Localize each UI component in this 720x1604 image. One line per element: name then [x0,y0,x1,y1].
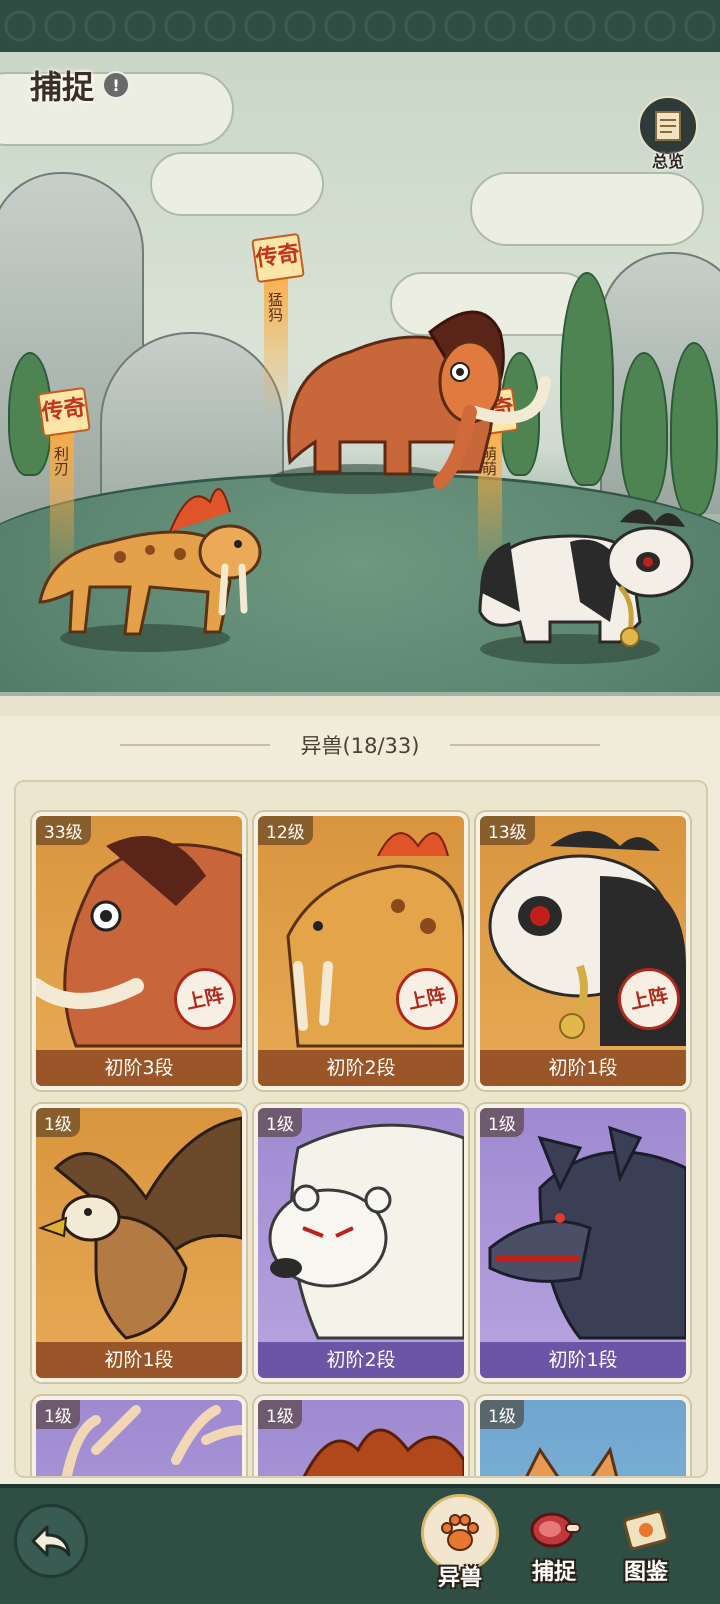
stage-label: 初阶1段 [36,1342,242,1378]
level-badge: 1级 [36,1400,80,1429]
cloud [150,152,324,216]
mammoth-creature[interactable] [270,292,560,492]
polar-bear-portrait [268,1123,464,1340]
level-badge: 12级 [258,816,313,845]
level-badge: 1级 [480,1108,524,1137]
stage-label: 初阶3段 [36,1050,242,1086]
stage-label: 初阶1段 [480,1342,686,1378]
level-badge: 1级 [480,1400,524,1429]
stage-label: 初阶2段 [258,1342,464,1378]
tree [670,342,718,516]
capture-scene: 捕捉 ! 总览 传奇 利刃 传奇 猛犸 传奇 萌萌 [0,52,720,716]
level-badge: 1级 [36,1108,80,1137]
scroll-map-icon [638,96,698,156]
info-icon[interactable]: ! [102,71,131,99]
beast-card[interactable]: 1级 [476,1396,690,1476]
sabertooth-portrait [286,832,464,1048]
rarity-badge: 传奇 [37,386,91,438]
section-title: 异兽(18/33) [0,730,720,760]
overview-button[interactable]: 总览 [636,96,700,171]
level-badge: 1级 [258,1108,302,1137]
beast-card[interactable]: 1级 [254,1396,468,1476]
nav-beasts[interactable]: 异兽 [418,1494,502,1598]
sabertooth-creature[interactable] [30,462,270,642]
nav-capture[interactable]: 捕捉 [512,1494,596,1598]
back-button[interactable] [14,1504,88,1578]
nav-label: 捕捉 [531,1560,576,1585]
beast-grid[interactable]: 33级 上阵 初阶3段 12级 上阵 初阶2段 13级 上阵 初阶1段 1级 初… [14,780,708,1478]
page-title: 捕捉 [30,68,95,106]
beast-card[interactable]: 33级 上阵 初阶3段 [32,812,246,1090]
tree [560,272,614,486]
beast-list-panel: 异兽(18/33) 33级 上阵 初阶3段 12级 上阵 初阶2段 13级 上阵… [0,716,720,1484]
beast-card[interactable]: 12级 上阵 初阶2段 [254,812,468,1090]
panda-creature[interactable] [470,492,700,662]
tree [620,352,668,506]
rarity-badge: 传奇 [251,232,305,284]
wolf-portrait [488,1125,686,1340]
ground-edge [0,692,720,716]
overview-label: 总览 [651,152,684,171]
stage-label: 初阶2段 [258,1050,464,1086]
cloud [470,172,704,246]
level-badge: 33级 [36,816,91,845]
panda-portrait [488,831,686,1046]
eagle-portrait [38,1116,242,1340]
header: 捕捉 ! [30,62,131,108]
top-decor-strip [0,0,720,52]
beast-card[interactable]: 1级 初阶1段 [476,1104,690,1382]
level-badge: 1级 [258,1400,302,1429]
stage-label: 初阶1段 [480,1050,686,1086]
nav-label: 异兽 [437,1566,482,1591]
level-badge: 13级 [480,816,535,845]
beast-card[interactable]: 1级 初阶1段 [32,1104,246,1382]
nav-codex[interactable]: 图鉴 [604,1494,688,1598]
back-arrow-icon [31,1525,71,1557]
bottom-nav-bar: 异兽 捕捉 图鉴 [0,1484,720,1604]
beast-card[interactable]: 1级 初阶2段 [254,1104,468,1382]
beast-card[interactable]: 1级 [32,1396,246,1476]
beast-card[interactable]: 13级 上阵 初阶1段 [476,812,690,1090]
mammoth-portrait [36,836,242,1048]
